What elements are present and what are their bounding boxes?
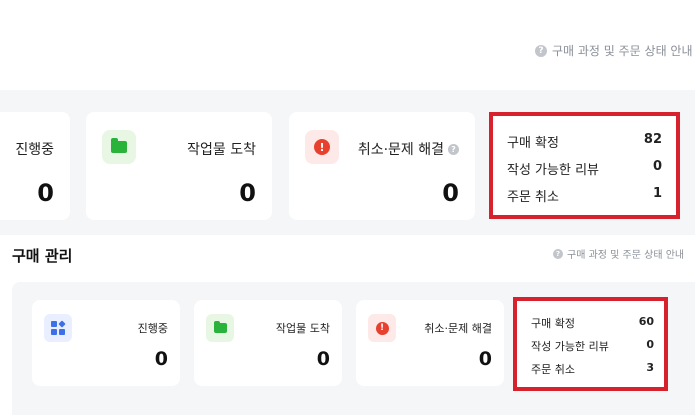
purchase-delivery-arrived-count: 0 <box>316 348 330 370</box>
purchase-cancel-issue-label: 취소·문제 해결 <box>424 322 492 335</box>
purchase-guide-link[interactable]: ? 구매 과정 및 주문 상태 안내 <box>553 246 684 261</box>
purchase-in-progress-count: 0 <box>154 348 168 370</box>
question-icon: ? <box>535 44 547 57</box>
purchase-confirmed-count: 60 <box>638 315 654 328</box>
order-cancel-label: 주문 취소 <box>531 363 575 376</box>
cancel-issue-label: 취소·문제 해결 <box>357 142 444 158</box>
writable-review-count: 0 <box>646 338 654 351</box>
purchase-delivery-arrived-card[interactable]: 작업물 도착 0 <box>194 300 342 386</box>
purchase-in-progress-card[interactable]: 진행중 0 <box>32 300 180 386</box>
purchase-delivery-arrived-label: 작업물 도착 <box>275 322 330 335</box>
order-cancel-row[interactable]: 주문 취소 1 <box>493 186 676 205</box>
folder-icon <box>111 138 127 153</box>
in-progress-card[interactable]: 진행중 0 <box>0 112 70 220</box>
grid-icon <box>51 320 66 335</box>
purchase-guide-label: 구매 과정 및 주문 상태 안내 <box>567 250 685 261</box>
writable-review-label: 작성 가능한 리뷰 <box>507 163 599 178</box>
order-cancel-count: 3 <box>646 361 654 374</box>
page: ? 구매 과정 및 주문 상태 안내 진행중 0 작업물 도착 0 ! 취소·문… <box>0 0 695 415</box>
alert-icon: ! <box>314 139 330 155</box>
cancel-issue-label-wrap: 취소·문제 해결 ? <box>358 139 459 159</box>
order-cancel-count: 1 <box>652 186 662 201</box>
alert-icon-box: ! <box>368 314 396 342</box>
question-icon[interactable]: ? <box>448 143 459 155</box>
folder-icon-box <box>102 130 136 164</box>
cancel-issue-card[interactable]: ! 취소·문제 해결 ? 0 <box>289 112 475 220</box>
folder-icon <box>213 321 227 333</box>
question-icon: ? <box>553 248 563 259</box>
purchase-summary-box: 구매 확정 60 작성 가능한 리뷰 0 주문 취소 3 <box>513 297 668 391</box>
order-summary-box: 구매 확정 82 작성 가능한 리뷰 0 주문 취소 1 <box>489 112 680 219</box>
delivery-arrived-count: 0 <box>239 179 256 207</box>
writable-review-row[interactable]: 작성 가능한 리뷰 0 <box>493 159 676 178</box>
in-progress-label: 진행중 <box>15 142 54 158</box>
purchase-cancel-issue-label-wrap: 취소·문제 해결 <box>424 320 492 336</box>
purchase-cancel-issue-card[interactable]: ! 취소·문제 해결 0 <box>356 300 504 386</box>
purchase-confirmed-count: 82 <box>643 132 662 147</box>
purchase-confirmed-row[interactable]: 구매 확정 82 <box>493 132 676 151</box>
order-cancel-label: 주문 취소 <box>507 190 559 205</box>
writable-review-row[interactable]: 작성 가능한 리뷰 0 <box>517 338 664 354</box>
cancel-issue-count: 0 <box>442 179 459 207</box>
purchase-confirmed-row[interactable]: 구매 확정 60 <box>517 315 664 331</box>
alert-icon-box: ! <box>305 130 339 164</box>
writable-review-count: 0 <box>652 159 662 174</box>
order-status-guide-label: 구매 과정 및 주문 상태 안내 <box>552 44 693 58</box>
alert-icon: ! <box>375 321 389 335</box>
purchase-confirmed-label: 구매 확정 <box>531 317 575 330</box>
purchase-cancel-issue-count: 0 <box>478 348 492 370</box>
purchase-in-progress-label: 진행중 <box>137 322 168 335</box>
purchase-management-title: 구매 관리 <box>12 247 73 265</box>
writable-review-label: 작성 가능한 리뷰 <box>531 340 609 353</box>
order-status-guide-link[interactable]: ? 구매 과정 및 주문 상태 안내 <box>535 42 693 59</box>
delivery-arrived-card[interactable]: 작업물 도착 0 <box>86 112 272 220</box>
in-progress-count: 0 <box>37 179 54 207</box>
grid-icon-box <box>44 314 72 342</box>
delivery-arrived-label: 작업물 도착 <box>187 142 256 158</box>
purchase-confirmed-label: 구매 확정 <box>507 136 559 151</box>
folder-icon-box <box>206 314 234 342</box>
order-cancel-row[interactable]: 주문 취소 3 <box>517 361 664 377</box>
